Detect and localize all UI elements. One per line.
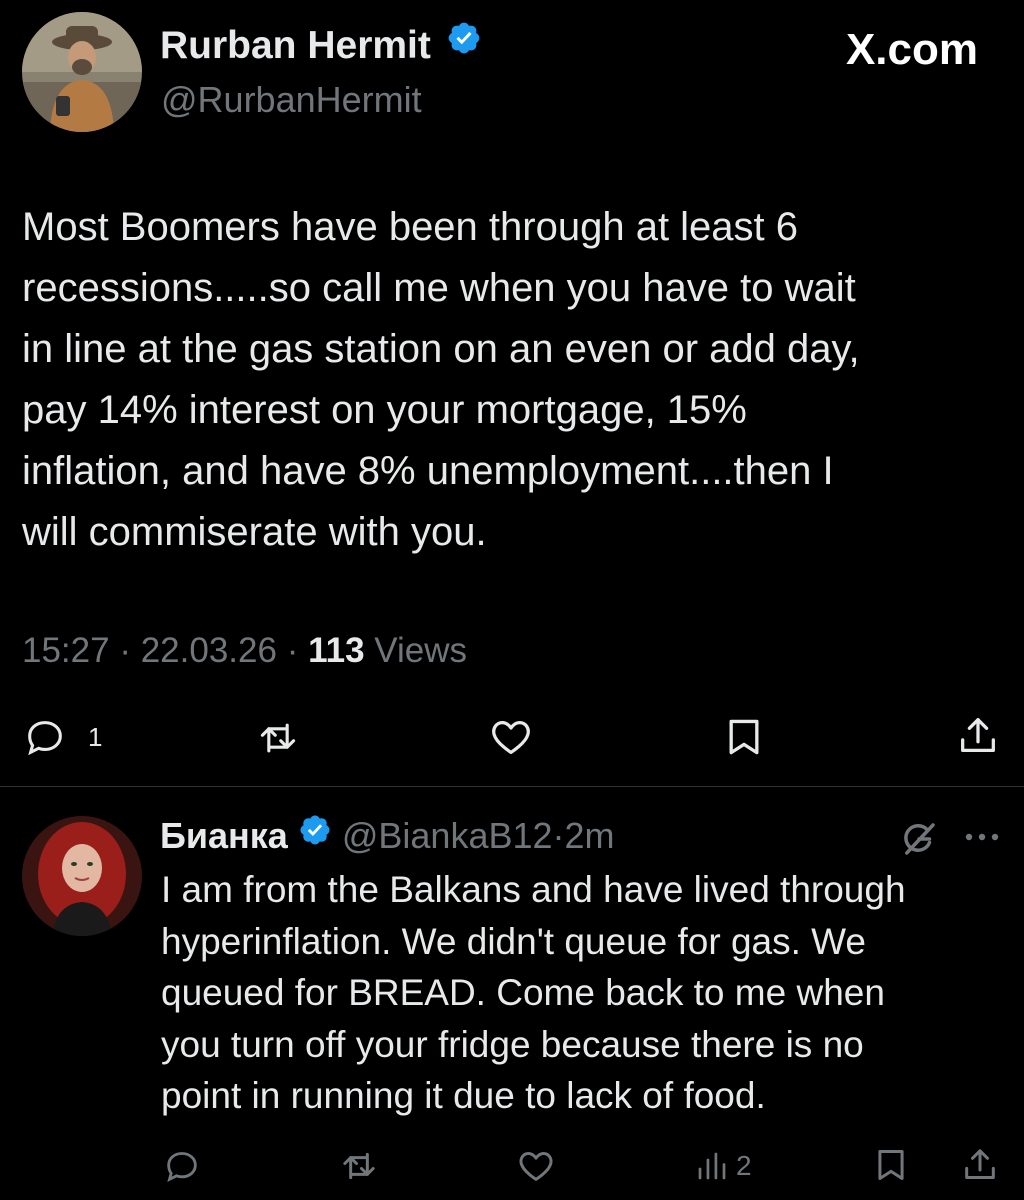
tweet-date[interactable]: 22.03.26 (141, 631, 277, 670)
like-button[interactable] (515, 1146, 557, 1186)
share-button[interactable] (960, 1144, 1000, 1186)
divider (0, 786, 1024, 787)
meta-separator: · (286, 631, 299, 670)
more-icon (962, 830, 1002, 844)
bookmark-button[interactable] (872, 1144, 910, 1186)
verified-badge-icon (446, 20, 482, 68)
author-name-row[interactable]: Rurban Hermit (160, 22, 482, 72)
retweet-icon (254, 716, 302, 760)
bookmark-icon (722, 713, 766, 761)
meta-separator: · (552, 815, 565, 856)
verified-badge-icon (298, 812, 332, 858)
share-icon (960, 1144, 1000, 1186)
reply-author-handle[interactable]: @BiankaB12 (342, 815, 553, 856)
share-icon (955, 713, 1001, 759)
analytics-icon (694, 1148, 730, 1184)
reply-icon (22, 714, 68, 760)
bookmark-button[interactable] (722, 713, 766, 761)
reply-author-avatar[interactable] (22, 816, 142, 936)
author-handle[interactable]: @RurbanHermit (161, 78, 422, 122)
views-count: 113 (308, 631, 365, 670)
author-avatar[interactable] (22, 12, 142, 132)
views-label: Views (374, 631, 468, 670)
like-button[interactable] (487, 714, 535, 760)
retweet-button[interactable] (254, 716, 302, 760)
reply-button[interactable]: 1 (22, 714, 102, 760)
more-button[interactable] (962, 830, 1002, 844)
author-name[interactable]: Rurban Hermit (160, 24, 431, 67)
tweet-meta: 15:27 · 22.03.26 · 113 Views (22, 629, 467, 673)
tweet-text: Most Boomers have been through at least … (22, 205, 860, 554)
reply-header: Бианка @BiankaB12·2m (160, 813, 615, 861)
reply-views-count: 2 (736, 1150, 752, 1181)
retweet-button[interactable] (338, 1146, 380, 1186)
share-button[interactable] (955, 713, 1001, 759)
reply-icon (162, 1146, 202, 1186)
meta-separator: · (119, 631, 131, 670)
retweet-icon (338, 1146, 380, 1186)
like-icon (487, 714, 535, 760)
site-watermark: X.com (845, 25, 978, 74)
grok-button[interactable] (898, 818, 940, 860)
reply-count: 1 (88, 721, 103, 752)
reply-author-name[interactable]: Бианка (160, 815, 288, 856)
tweet-time[interactable]: 15:27 (22, 631, 110, 670)
like-icon (515, 1146, 557, 1186)
reply-button[interactable] (162, 1146, 202, 1186)
grok-icon (898, 818, 940, 860)
analytics-button[interactable]: 2 (694, 1146, 752, 1186)
reply-age[interactable]: 2m (565, 815, 615, 856)
reply-text: I am from the Balkans and have lived thr… (161, 869, 906, 1116)
bookmark-icon (872, 1144, 910, 1186)
